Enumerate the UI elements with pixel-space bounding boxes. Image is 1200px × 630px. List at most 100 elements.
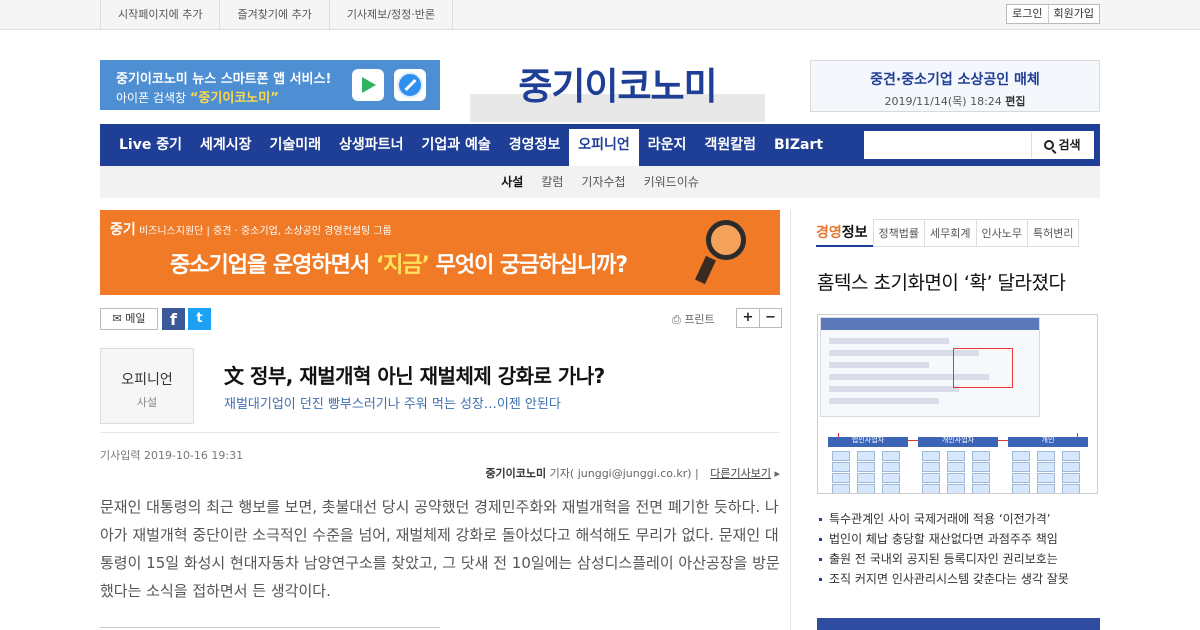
sidebar-list-item[interactable]: 출원 전 국내외 공지된 등록디자인 권리보호는 [817, 549, 1100, 569]
facebook-share-icon[interactable]: f [162, 308, 185, 330]
article-title: 文 정부, 재벌개혁 아닌 재벌체제 강화로 가나? [224, 364, 605, 388]
search-button[interactable]: 검색 [1031, 132, 1093, 158]
search-input[interactable] [865, 132, 1033, 158]
consulting-ad-banner[interactable]: 중기 비즈니스지원단 | 중견 · 중소기업, 소상공인 경영컨설팅 그룹 중소… [100, 210, 780, 295]
screenshot-cell [882, 473, 900, 483]
app-promo-prefix: 아이폰 검색창 [116, 91, 187, 105]
sidebar-tab-tax[interactable]: 세무회계 [924, 219, 977, 247]
nav-item[interactable]: 오피니언 [569, 129, 639, 166]
app-promo-highlight: “중기이코노미” [189, 91, 279, 106]
subnav-item[interactable]: 칼럼 [532, 166, 572, 198]
edit-label: 편집 [1005, 95, 1026, 108]
app-promo-banner[interactable]: 중기이코노미 뉴스 스마트폰 앱 서비스! 아이폰 검색창 “중기이코노미” [100, 60, 440, 110]
screenshot-cell [972, 451, 990, 461]
screenshot-cell [882, 462, 900, 472]
screenshot-tab-label: 법인사업자 [851, 436, 885, 444]
nav-item[interactable]: 기술미래 [261, 124, 331, 166]
banner-main-prefix: 중소기업을 운영하면서 [170, 253, 370, 278]
screenshot-cell [947, 451, 965, 461]
sidebar-list-item[interactable]: 법인이 체납 충당할 재산없다면 과점주주 책임 [817, 529, 1100, 549]
sidebar-list-item[interactable]: 조직 커지면 인사관리시스템 갖춘다는 생각 잘못 [817, 569, 1100, 589]
play-store-icon[interactable] [352, 69, 384, 101]
screenshot-cell [857, 462, 875, 472]
screenshot-cell [1012, 484, 1030, 493]
screenshot-cell [947, 462, 965, 472]
sidebar-tab-labor[interactable]: 인사노무 [975, 219, 1028, 247]
banner-main-suffix: 무엇이 궁금하십니까? [435, 253, 629, 278]
mail-button[interactable]: ✉ 메일 [100, 308, 158, 330]
screenshot-cell [922, 473, 940, 483]
subnav-item[interactable]: 사설 [492, 166, 532, 198]
screenshot-cell [1012, 462, 1030, 472]
sidebar-headline[interactable]: 홈텍스 초기화면이 ‘확’ 달라졌다 [817, 268, 1066, 295]
twitter-share-icon[interactable]: t [188, 308, 211, 330]
nav-item[interactable]: 경영정보 [500, 124, 570, 166]
screenshot-cell [947, 473, 965, 483]
screenshot-cell [922, 484, 940, 493]
screenshot-cell [972, 462, 990, 472]
report-link[interactable]: 기사제보/정정·반론 [328, 0, 453, 30]
site-logo[interactable]: 중기이코노미 [470, 56, 765, 110]
screenshot-titlebar [821, 318, 1039, 330]
tab-main-suffix: 정보 [841, 225, 868, 241]
screenshot-cell [832, 473, 850, 483]
utility-links: 시작페이지에 추가 즐겨찾기에 추가 기사제보/정정·반론 [100, 0, 453, 30]
subnav-item[interactable]: 키워드이슈 [635, 166, 708, 198]
nav-item[interactable]: 상생파트너 [330, 124, 412, 166]
nav-item[interactable]: 객원칼럼 [695, 124, 765, 166]
sub-nav: 사설 칼럼 기자수첩 키워드이슈 [100, 166, 1100, 198]
sidebar-tab-main[interactable]: 경영정보 [816, 219, 874, 247]
article-subtitle: 재벌대기업이 던진 빵부스러기나 주워 먹는 성장…이젠 안된다 [224, 397, 561, 412]
screenshot-cell [882, 484, 900, 493]
tagline-title: 중견·중소기업 소상공인 매체 [870, 72, 1040, 88]
edit-datetime: 2019/11/14(목) 18:24 편집 [811, 93, 1099, 109]
category-box: 오피니언 사설 [100, 348, 194, 424]
nav-item[interactable]: BIZart [765, 124, 832, 166]
sidebar-list: 특수관계인 사이 국제거래에 적용 ‘이전가격’ 법인이 체납 충당할 재산없다… [817, 509, 1100, 589]
search-box: 검색 [864, 131, 1094, 159]
subnav-item[interactable]: 기자수첩 [572, 166, 634, 198]
subcategory-label[interactable]: 사설 [101, 394, 193, 410]
app-promo-line1: 중기이코노미 뉴스 스마트폰 앱 서비스! [116, 72, 332, 87]
zoom-out-button[interactable]: − [759, 309, 781, 327]
screenshot-cell [1062, 451, 1080, 461]
nav-item[interactable]: Live 중기 [110, 124, 191, 166]
date-value: 2019-10-16 19:31 [143, 449, 244, 462]
screenshot-row [829, 386, 959, 392]
screenshot-cell [947, 484, 965, 493]
sidebar-next-section [817, 618, 1100, 630]
category-label[interactable]: 오피니언 [101, 369, 193, 389]
print-label: 프린트 [684, 313, 715, 326]
add-bookmark-link[interactable]: 즐겨찾기에 추가 [219, 0, 328, 30]
login-button[interactable]: 로그인 [1007, 5, 1047, 23]
edit-date: 2019/11/14(목) 18:24 [884, 95, 1002, 108]
screenshot-row [829, 338, 949, 344]
date-label: 기사입력 [100, 449, 141, 462]
body-divider [100, 627, 440, 628]
app-promo-line2: 아이폰 검색창 “중기이코노미” [116, 87, 279, 106]
screenshot-cell [972, 484, 990, 493]
magnifier-handle [695, 255, 716, 285]
sidebar-thumbnail[interactable]: 법인사업자 개인사업자 개인 [817, 314, 1098, 494]
mail-label: 메일 [125, 312, 146, 325]
nav-item[interactable]: 세계시장 [191, 124, 261, 166]
article-tools: ✉ 메일 f t ⎙ 프린트 + − [100, 308, 782, 332]
zoom-in-button[interactable]: + [737, 309, 759, 327]
add-startpage-link[interactable]: 시작페이지에 추가 [100, 0, 219, 30]
screenshot-cell [1037, 484, 1055, 493]
auth-buttons: 로그인 회원가입 [1006, 4, 1100, 24]
author-role: 기자 [549, 467, 570, 480]
signup-button[interactable]: 회원가입 [1047, 5, 1099, 23]
tagline-box: 중견·중소기업 소상공인 매체 2019/11/14(목) 18:24 편집 [810, 60, 1100, 112]
sidebar-list-item[interactable]: 특수관계인 사이 국제거래에 적용 ‘이전가격’ [817, 509, 1100, 529]
author-email[interactable]: junggi@junggi.co.kr [578, 467, 688, 480]
safari-icon[interactable] [394, 69, 426, 101]
print-button[interactable]: ⎙ 프린트 [672, 311, 715, 327]
sidebar-tab-patent[interactable]: 특허변리 [1026, 219, 1080, 247]
screenshot-tab-label: 개인 [1041, 436, 1055, 444]
nav-item[interactable]: 기업과 예술 [412, 124, 499, 166]
divider [100, 432, 780, 433]
nav-item[interactable]: 라운지 [639, 124, 696, 166]
more-articles-link[interactable]: 다른기사보기 [710, 467, 771, 480]
sidebar-tab-policy[interactable]: 정책법률 [872, 219, 926, 247]
